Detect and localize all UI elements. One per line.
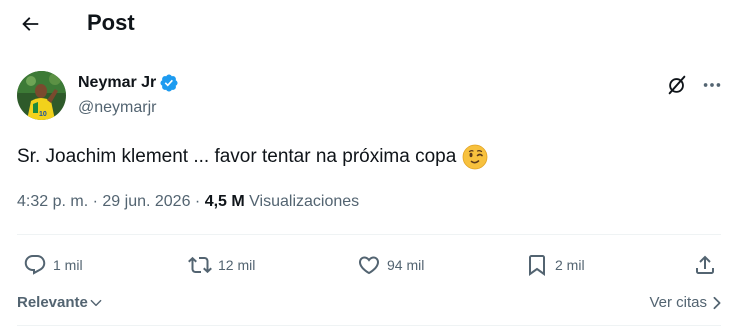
heart-icon bbox=[358, 256, 380, 275]
verified-badge-icon[interactable] bbox=[159, 73, 179, 93]
post-date[interactable]: 29 jun. 2026 bbox=[102, 193, 190, 210]
bookmark-count: 2 mil bbox=[555, 257, 585, 273]
repost-button[interactable]: 12 mil bbox=[188, 247, 255, 283]
post-text: Sr. Joachim klement ... favor tentar na … bbox=[17, 144, 488, 170]
author-name-row: Neymar Jr bbox=[78, 72, 179, 94]
chevron-right-icon bbox=[713, 296, 721, 310]
like-button[interactable]: 94 mil bbox=[357, 247, 424, 283]
like-count: 94 mil bbox=[387, 257, 425, 273]
post-time[interactable]: 4:32 p. m. bbox=[17, 193, 88, 210]
winking-face-emoji bbox=[462, 144, 488, 170]
meta-separator: · bbox=[92, 193, 98, 210]
header: Post bbox=[0, 0, 735, 48]
divider bbox=[17, 234, 721, 235]
views-count: 4,5 M bbox=[204, 193, 245, 210]
divider bbox=[17, 325, 721, 326]
repost-count: 12 mil bbox=[218, 257, 256, 273]
bookmark-icon bbox=[529, 255, 545, 276]
quotes-label: Ver citas bbox=[649, 294, 707, 311]
reply-button[interactable]: 1 mil bbox=[23, 247, 83, 283]
svg-text:10: 10 bbox=[39, 111, 47, 118]
post-text-content: Sr. Joachim klement ... favor tentar na … bbox=[17, 146, 457, 167]
author-name[interactable]: Neymar Jr bbox=[78, 73, 156, 93]
avatar-image: 10 bbox=[17, 71, 66, 120]
reply-count: 1 mil bbox=[53, 257, 83, 273]
chevron-down-icon bbox=[90, 299, 102, 307]
author-handle[interactable]: @neymarjr bbox=[78, 98, 156, 118]
arrow-left-icon bbox=[22, 17, 39, 31]
bookmark-button[interactable]: 2 mil bbox=[525, 247, 585, 283]
repost-icon bbox=[188, 256, 212, 274]
sort-replies-dropdown[interactable]: Relevante bbox=[17, 293, 103, 313]
avatar[interactable]: 10 bbox=[17, 71, 66, 120]
sort-label: Relevante bbox=[17, 294, 88, 311]
share-icon bbox=[696, 255, 714, 274]
share-button[interactable] bbox=[693, 247, 717, 283]
views-label: Visualizaciones bbox=[249, 193, 360, 210]
back-button[interactable] bbox=[14, 8, 46, 40]
reply-icon bbox=[24, 255, 46, 275]
view-quotes-link[interactable]: Ver citas bbox=[649, 293, 722, 313]
more-options-button[interactable] bbox=[698, 72, 726, 98]
meta-separator: · bbox=[194, 193, 201, 210]
more-dots-icon bbox=[703, 83, 721, 87]
page-title: Post bbox=[87, 10, 135, 35]
post-meta: 4:32 p. m. · 29 jun. 2026 · 4,5 M Visual… bbox=[17, 191, 359, 213]
grok-icon bbox=[668, 75, 686, 95]
action-bar: 1 mil 12 mil 94 mil 2 mil bbox=[17, 247, 721, 283]
grok-button[interactable] bbox=[664, 72, 690, 98]
